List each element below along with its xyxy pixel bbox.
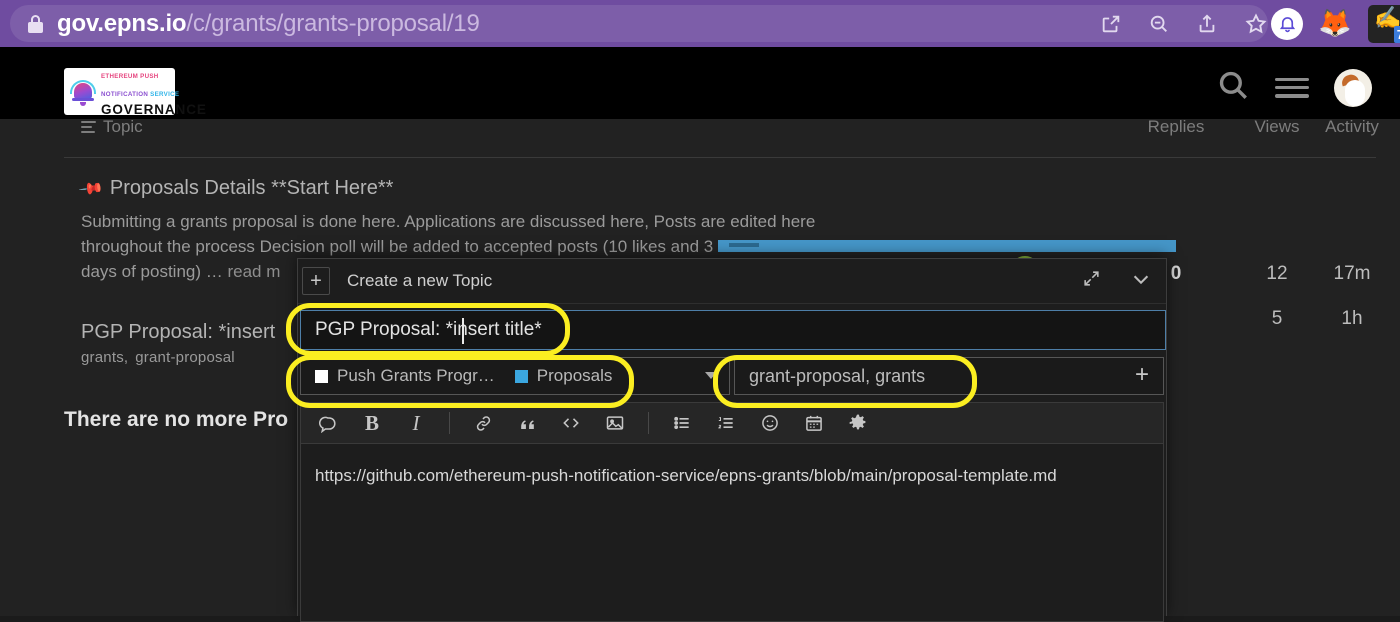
metamask-extension-icon[interactable]: 🦊 bbox=[1318, 9, 1352, 39]
topic-title-row[interactable]: 📌 Proposals Details **Start Here** bbox=[64, 177, 1376, 200]
editor-body-text: https://github.com/ethereum-push-notific… bbox=[315, 466, 1163, 486]
composer-header-actions bbox=[1082, 268, 1152, 295]
topic-list-column-headers: Topic Replies Views Activity bbox=[64, 119, 1376, 157]
hamburger-menu-icon[interactable] bbox=[1275, 75, 1309, 101]
category-chip-parent-label: Push Grants Progr… bbox=[337, 366, 495, 386]
toolbar-divider bbox=[449, 412, 450, 434]
category-chip-child-label: Proposals bbox=[537, 366, 613, 386]
topic-views-count: 5 bbox=[1242, 308, 1312, 330]
share-icon[interactable] bbox=[1196, 13, 1218, 35]
column-header-topic[interactable]: Topic bbox=[81, 117, 143, 137]
tag-grants[interactable]: grants bbox=[81, 349, 124, 366]
emoji-icon[interactable] bbox=[759, 412, 781, 434]
category-chip-child: Proposals bbox=[515, 366, 613, 386]
plus-icon[interactable]: + bbox=[302, 267, 330, 295]
open-in-new-icon[interactable] bbox=[1100, 13, 1122, 35]
topic-views-count: 12 bbox=[1242, 263, 1312, 285]
topic-activity-time: 17m bbox=[1312, 263, 1392, 285]
quote-bubble-icon[interactable] bbox=[317, 412, 339, 434]
category-selector[interactable]: Push Grants Progr… Proposals bbox=[300, 357, 730, 395]
chevron-down-icon[interactable] bbox=[1130, 268, 1152, 295]
bookmark-star-icon[interactable] bbox=[1244, 12, 1268, 36]
column-header-activity[interactable]: Activity bbox=[1312, 117, 1392, 137]
no-more-topics-text: There are no more Pro bbox=[64, 408, 288, 432]
zoom-out-icon[interactable] bbox=[1148, 13, 1170, 35]
topic-activity-time: 1h bbox=[1312, 308, 1392, 330]
site-header bbox=[0, 47, 1400, 119]
browser-extensions: 🦊 ✍ 7 bbox=[1271, 0, 1400, 47]
create-topic-composer: + Create a new Topic PGP Proposal: *inse… bbox=[297, 258, 1167, 616]
tags-input-value: grant-proposal, grants bbox=[735, 366, 925, 387]
category-chip-parent: Push Grants Progr… bbox=[315, 366, 495, 386]
title-input[interactable]: PGP Proposal: *insert title* bbox=[300, 310, 1166, 350]
push-notification-extension-icon[interactable] bbox=[1271, 8, 1303, 40]
chevron-down-icon[interactable] bbox=[705, 372, 717, 379]
clipped-extension-icon[interactable]: ✍ 7 bbox=[1368, 5, 1400, 43]
category-and-tags-row: Push Grants Progr… Proposals grant-propo… bbox=[298, 350, 1166, 395]
code-icon[interactable] bbox=[560, 412, 582, 434]
url-text: gov.epns.io/c/grants/grants-proposal/19 bbox=[57, 10, 480, 38]
pin-icon: 📌 bbox=[77, 175, 105, 203]
bold-icon[interactable]: B bbox=[361, 412, 383, 434]
editor-toolbar: B I bbox=[300, 402, 1164, 444]
numbered-list-icon[interactable] bbox=[715, 412, 737, 434]
editor-textarea[interactable]: https://github.com/ethereum-push-notific… bbox=[300, 444, 1164, 622]
calendar-icon[interactable] bbox=[803, 412, 825, 434]
tags-input[interactable]: grant-proposal, grants + bbox=[734, 357, 1164, 395]
text-caret bbox=[462, 318, 464, 344]
add-tag-plus-icon[interactable]: + bbox=[1135, 363, 1149, 387]
title-field-row: PGP Proposal: *insert title* bbox=[298, 304, 1166, 350]
browser-action-icons bbox=[1100, 0, 1268, 47]
loading-progress-bar bbox=[718, 240, 1176, 252]
upload-image-icon[interactable] bbox=[604, 412, 626, 434]
lock-icon bbox=[28, 15, 43, 33]
title-input-value: PGP Proposal: *insert title* bbox=[301, 319, 542, 341]
search-icon[interactable] bbox=[1216, 68, 1250, 107]
logo-text-block: ETHEREUM PUSHNOTIFICATION SERVICE GOVERN… bbox=[101, 65, 207, 119]
blockquote-icon[interactable] bbox=[516, 412, 538, 434]
column-header-replies[interactable]: Replies bbox=[1136, 117, 1216, 137]
composer-title: Create a new Topic bbox=[347, 271, 492, 291]
epns-bell-logo-icon bbox=[70, 77, 96, 107]
url-path: /c/grants/grants-proposal/19 bbox=[186, 10, 479, 37]
italic-icon[interactable]: I bbox=[405, 412, 427, 434]
tag-grant-proposal[interactable]: grant-proposal bbox=[135, 349, 235, 366]
url-domain: gov.epns.io bbox=[57, 10, 186, 37]
topic-title-text[interactable]: PGP Proposal: *insert bbox=[81, 321, 275, 344]
topic-excerpt-line-1: Submitting a grants proposal is done her… bbox=[81, 212, 815, 231]
address-bar[interactable]: gov.epns.io/c/grants/grants-proposal/19 bbox=[10, 5, 1268, 42]
toolbar-divider bbox=[648, 412, 649, 434]
logo-governance-word: GOVERNANCE bbox=[101, 102, 207, 117]
site-logo[interactable]: ETHEREUM PUSHNOTIFICATION SERVICE GOVERN… bbox=[64, 68, 175, 115]
site-header-actions bbox=[1216, 68, 1372, 107]
topic-title-text[interactable]: Proposals Details **Start Here** bbox=[110, 177, 393, 200]
expand-icon[interactable] bbox=[1082, 269, 1101, 293]
options-gear-icon[interactable] bbox=[847, 412, 869, 434]
logo-tagline: ETHEREUM PUSHNOTIFICATION SERVICE bbox=[101, 73, 179, 98]
category-color-swatch bbox=[515, 370, 528, 383]
category-color-swatch bbox=[315, 370, 328, 383]
extension-badge-count: 7 bbox=[1394, 26, 1400, 43]
list-bars-icon bbox=[81, 121, 96, 134]
browser-toolbar: gov.epns.io/c/grants/grants-proposal/19 … bbox=[0, 0, 1400, 47]
column-header-views[interactable]: Views bbox=[1242, 117, 1312, 137]
composer-header: + Create a new Topic bbox=[298, 259, 1166, 304]
topic-excerpt-line-3: days of posting) … bbox=[81, 262, 227, 281]
read-more-link[interactable]: read m bbox=[227, 262, 280, 281]
link-icon[interactable] bbox=[472, 412, 494, 434]
avatar[interactable] bbox=[1334, 69, 1372, 107]
column-header-topic-label: Topic bbox=[103, 117, 143, 137]
bulleted-list-icon[interactable] bbox=[671, 412, 693, 434]
